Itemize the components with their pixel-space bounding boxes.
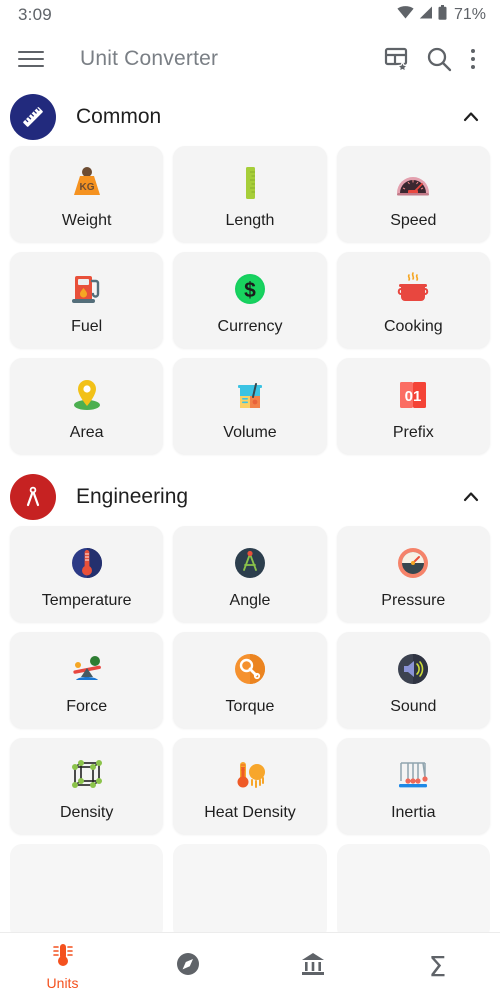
card-label: Currency [217, 318, 283, 335]
svg-text:KG: KG [79, 182, 94, 193]
category-card-heat-density[interactable]: Heat Density [173, 738, 327, 834]
nav-item-compass[interactable] [125, 933, 250, 1000]
status-clock: 3:09 [18, 5, 52, 24]
card-label: Volume [223, 424, 277, 441]
category-card-length[interactable]: Length [173, 146, 327, 242]
category-card-speed[interactable]: Speed [336, 146, 490, 242]
category-scroll-area[interactable]: Common KG Weight Length Speed Fuel $ Cur… [0, 88, 500, 932]
card-label: Density [59, 804, 114, 821]
chevron-up-icon[interactable] [458, 484, 484, 510]
hamburger-menu-icon[interactable] [18, 42, 52, 76]
category-card-area[interactable]: Area [10, 358, 164, 454]
card-label: Temperature [41, 592, 132, 609]
svg-text:01: 01 [405, 388, 422, 405]
battery-percent: 71% [453, 6, 486, 23]
cooking-pot-icon [392, 264, 434, 314]
weight-kg-icon: KG [66, 158, 108, 208]
speaker-icon [392, 644, 434, 694]
card-label: Speed [390, 212, 437, 229]
signal-icon [419, 6, 433, 24]
compass-icon [175, 951, 201, 982]
category-card-prefix[interactable]: 01 Prefix [336, 358, 490, 454]
category-card-volume[interactable]: Volume [173, 358, 327, 454]
card-label: Cooking [383, 318, 443, 335]
category-card-cooking[interactable]: Cooking [336, 252, 490, 348]
card-label: Angle [229, 592, 271, 609]
overflow-menu-icon[interactable] [460, 44, 486, 74]
card-label: Area [69, 424, 104, 441]
section-header-engineering[interactable]: Engineering [0, 468, 500, 526]
lattice-cube-icon [66, 750, 108, 800]
nav-item-units[interactable]: Units [0, 933, 125, 1000]
card-label: Heat Density [204, 804, 296, 821]
nav-item-label: Units [46, 975, 79, 991]
map-pin-icon [66, 370, 108, 420]
search-icon[interactable] [418, 38, 460, 80]
category-card-inertia[interactable]: Inertia [336, 738, 490, 834]
pressure-gauge-icon [392, 538, 434, 588]
thermometer-icon [66, 538, 108, 588]
category-card-angle[interactable]: Angle [173, 526, 327, 622]
category-card-temperature[interactable]: Temperature [10, 526, 164, 622]
category-grid-common: KG Weight Length Speed Fuel $ Currency C… [0, 146, 500, 454]
sigma-icon: Σ [428, 949, 447, 983]
nav-item-formulas[interactable]: Σ [375, 933, 500, 1000]
chevron-up-icon[interactable] [458, 104, 484, 130]
category-card-weight[interactable]: KG Weight [10, 146, 164, 242]
app-root: 3:09 71% Unit Converter Common KG Weight… [0, 0, 500, 1000]
wifi-icon [397, 6, 414, 24]
page-title: Unit Converter [80, 47, 219, 70]
thermometer-units-icon [50, 942, 76, 973]
speedometer-icon [392, 158, 434, 208]
dollar-coin-icon: $ [229, 264, 271, 314]
nav-item-bank[interactable] [250, 933, 375, 1000]
category-card-currency[interactable]: $ Currency [173, 252, 327, 348]
beaker-icon [229, 370, 271, 420]
zero-one-icon: 01 [392, 370, 434, 420]
battery-icon [438, 5, 447, 25]
status-bar: 3:09 71% [0, 0, 500, 30]
bank-icon [300, 951, 326, 982]
fuel-pump-icon [66, 264, 108, 314]
category-grid-engineering: Temperature Angle Pressure Force Torque … [0, 526, 500, 834]
card-label: Prefix [392, 424, 434, 441]
card-label: Length [225, 212, 275, 229]
category-card-density[interactable]: Density [10, 738, 164, 834]
category-card-pressure[interactable]: Pressure [336, 526, 490, 622]
card-label: Fuel [71, 318, 103, 335]
thermometer-sun-icon [229, 750, 271, 800]
category-card-torque[interactable]: Torque [173, 632, 327, 728]
card-label: Force [66, 698, 108, 715]
bottom-navigation: Units Σ [0, 932, 500, 1000]
category-card-partial[interactable] [336, 844, 490, 932]
ruler-icon [10, 94, 56, 140]
section-title: Common [76, 105, 162, 128]
wrench-gear-icon [229, 644, 271, 694]
category-card-force[interactable]: Force [10, 632, 164, 728]
category-card-sound[interactable]: Sound [336, 632, 490, 728]
section-header-common[interactable]: Common [0, 88, 500, 146]
seesaw-icon [66, 644, 108, 694]
card-label: Inertia [391, 804, 436, 821]
category-grid-next-row-partial [0, 844, 500, 932]
category-card-partial[interactable] [10, 844, 164, 932]
category-card-fuel[interactable]: Fuel [10, 252, 164, 348]
favorites-grid-icon[interactable] [376, 38, 418, 80]
category-card-partial[interactable] [173, 844, 327, 932]
card-label: Weight [61, 212, 112, 229]
svg-text:$: $ [244, 279, 256, 302]
card-label: Pressure [381, 592, 446, 609]
status-indicators: 71% [397, 5, 486, 25]
compass-divider-icon [10, 474, 56, 520]
card-label: Torque [225, 698, 275, 715]
protractor-compass-icon [229, 538, 271, 588]
app-toolbar: Unit Converter [0, 30, 500, 88]
ruler-green-icon [229, 158, 271, 208]
card-label: Sound [390, 698, 437, 715]
newtons-cradle-icon [392, 750, 434, 800]
section-title: Engineering [76, 485, 189, 508]
